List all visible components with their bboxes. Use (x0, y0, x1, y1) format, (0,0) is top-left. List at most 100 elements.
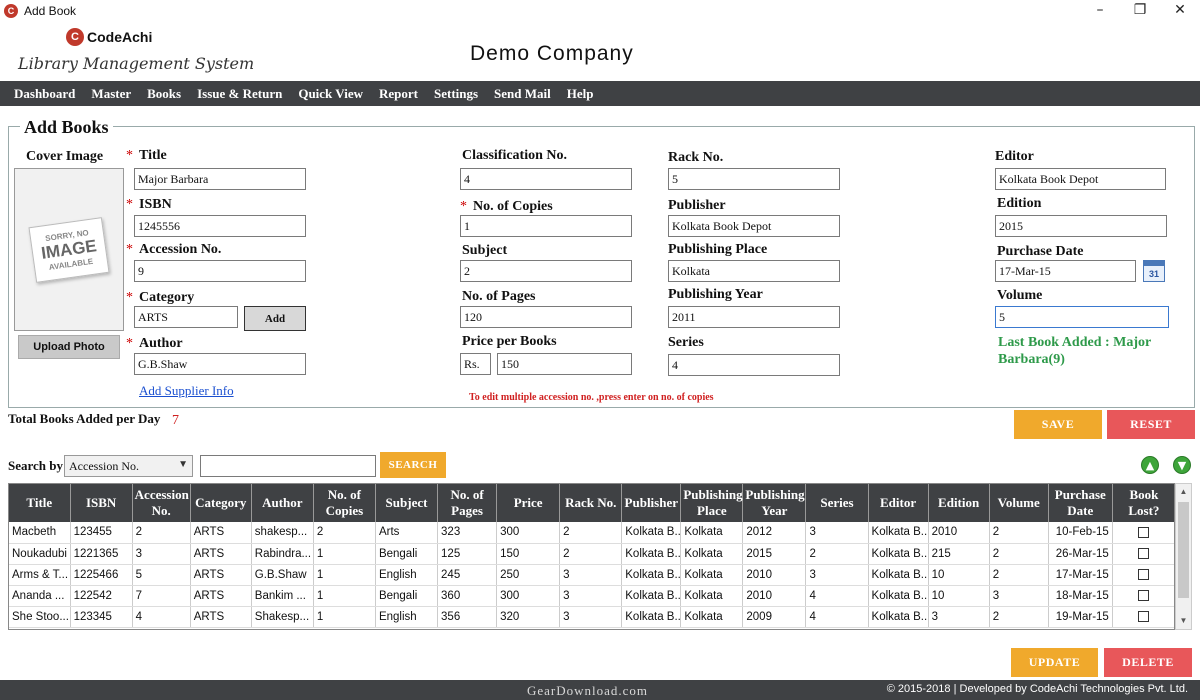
menu-issue-return[interactable]: Issue & Return (197, 86, 282, 102)
rack-input[interactable]: 5 (668, 168, 840, 190)
menu-send-mail[interactable]: Send Mail (494, 86, 551, 102)
table-cell: 17-Mar-15 (1048, 564, 1113, 586)
arrow-down-icon[interactable]: ▼ (1173, 456, 1191, 474)
search-field-select[interactable]: Accession No. ▼ (64, 455, 193, 477)
table-cell: 356 (437, 606, 498, 628)
col-header[interactable]: Series (805, 484, 869, 522)
menu-help[interactable]: Help (567, 86, 594, 102)
calendar-icon[interactable]: 31 (1143, 260, 1165, 282)
col-header[interactable]: No. of Pages (437, 484, 498, 522)
table-cell: 2012 (742, 522, 807, 544)
col-header[interactable]: Category (190, 484, 252, 522)
copies-input[interactable]: 1 (460, 215, 632, 237)
scroll-down-icon[interactable]: ▼ (1176, 613, 1191, 629)
scroll-up-icon[interactable]: ▲ (1176, 484, 1191, 500)
upload-photo-button[interactable]: Upload Photo (18, 335, 120, 359)
menu-books[interactable]: Books (147, 86, 181, 102)
col-header[interactable]: Accession No. (132, 484, 191, 522)
delete-button[interactable]: DELETE (1104, 648, 1192, 677)
col-header[interactable]: Book Lost? (1112, 484, 1174, 522)
editor-input[interactable]: Kolkata Book Depot (995, 168, 1166, 190)
menu-settings[interactable]: Settings (434, 86, 478, 102)
reset-button[interactable]: RESET (1107, 410, 1195, 439)
table-cell: English (375, 606, 439, 628)
book-lost-cell (1112, 606, 1174, 628)
section-title: Add Books (20, 117, 113, 138)
col-header[interactable]: Publishing Year (742, 484, 807, 522)
series-input[interactable]: 4 (668, 354, 840, 376)
isbn-input[interactable]: 1245556 (134, 215, 306, 237)
table-cell: 2 (989, 606, 1049, 628)
table-row[interactable]: Ananda ... 122542 7 ARTS Bankim ... 1 Bengali 3… (9, 585, 1174, 607)
main-menu: Dashboard Master Books Issue & Return Qu… (0, 81, 1200, 106)
col-header[interactable]: Author (251, 484, 314, 522)
add-category-button[interactable]: Add (244, 306, 306, 331)
classification-label: Classification No. (462, 148, 567, 163)
col-header[interactable]: Publisher (621, 484, 682, 522)
currency-field: Rs. (460, 353, 491, 375)
col-header[interactable]: Edition (928, 484, 990, 522)
minimize-button[interactable]: – (1082, 0, 1118, 22)
col-header[interactable]: Rack No. (559, 484, 623, 522)
classification-input[interactable]: 4 (460, 168, 632, 190)
update-button[interactable]: UPDATE (1011, 648, 1098, 677)
table-cell: 2010 (742, 564, 807, 586)
volume-input[interactable]: 5 (995, 306, 1169, 328)
book-lost-checkbox[interactable] (1138, 568, 1150, 580)
table-cell: 2 (989, 543, 1049, 565)
close-button[interactable]: ✕ (1162, 0, 1198, 22)
subject-input[interactable]: 2 (460, 260, 632, 282)
menu-quick-view[interactable]: Quick View (298, 86, 363, 102)
publisher-input[interactable]: Kolkata Book Depot (668, 215, 840, 237)
search-button[interactable]: SEARCH (380, 452, 446, 478)
book-lost-checkbox[interactable] (1138, 526, 1150, 538)
cover-image[interactable]: SORRY, NO IMAGE AVAILABLE (14, 168, 124, 331)
table-cell: Kolkata B... (868, 564, 929, 586)
col-header[interactable]: Volume (989, 484, 1049, 522)
book-lost-checkbox[interactable] (1138, 547, 1150, 559)
publishing-year-input[interactable]: 2011 (668, 306, 840, 328)
book-lost-checkbox[interactable] (1138, 610, 1150, 622)
table-row[interactable]: She Stoo... 123345 4 ARTS Shakesp... 1 English… (9, 606, 1174, 628)
table-cell: 250 (496, 564, 561, 586)
table-cell: 2010 (928, 522, 990, 544)
search-input[interactable] (200, 455, 376, 477)
menu-report[interactable]: Report (379, 86, 418, 102)
table-row[interactable]: Arms & T... 1225466 5 ARTS G.B.Shaw 1 English 2… (9, 564, 1174, 586)
category-input[interactable]: ARTS (134, 306, 238, 328)
table-row[interactable]: Noukadubi 1221365 3 ARTS Rabindra... 1 Bengali… (9, 543, 1174, 565)
table-cell: 2 (132, 522, 191, 544)
maximize-button[interactable]: ❐ (1122, 0, 1158, 22)
publishing-place-input[interactable]: Kolkata (668, 260, 840, 282)
col-header[interactable]: Subject (375, 484, 439, 522)
table-scrollbar[interactable]: ▲ ▼ (1175, 483, 1192, 630)
table-row[interactable]: Macbeth 123455 2 ARTS shakesp... 2 Arts 323 300 2… (9, 522, 1174, 544)
save-button[interactable]: SAVE (1014, 410, 1102, 439)
pages-input[interactable]: 120 (460, 306, 632, 328)
rack-label: Rack No. (668, 150, 724, 165)
col-header[interactable]: Title (9, 484, 71, 522)
col-header[interactable]: Editor (868, 484, 929, 522)
edition-input[interactable]: 2015 (995, 215, 1167, 237)
scroll-thumb[interactable] (1178, 502, 1189, 598)
book-lost-checkbox[interactable] (1138, 589, 1150, 601)
purchase-date-input[interactable]: 17-Mar-15 (995, 260, 1136, 282)
menu-master[interactable]: Master (91, 86, 131, 102)
title-input[interactable]: Major Barbara (134, 168, 306, 190)
col-header[interactable]: Price (496, 484, 561, 522)
col-header[interactable]: ISBN (70, 484, 133, 522)
book-lost-cell (1112, 585, 1174, 607)
accession-input[interactable]: 9 (134, 260, 306, 282)
arrow-up-icon[interactable]: ▲ (1141, 456, 1159, 474)
author-input[interactable]: G.B.Shaw (134, 353, 306, 375)
table-cell: 2 (559, 543, 623, 565)
col-header[interactable]: Purchase Date (1048, 484, 1113, 522)
category-label: Category (139, 290, 195, 305)
add-supplier-link[interactable]: Add Supplier Info (139, 383, 234, 399)
required-mark: * (126, 290, 133, 305)
table-cell: ARTS (190, 564, 252, 586)
menu-dashboard[interactable]: Dashboard (14, 86, 75, 102)
col-header[interactable]: Publishing Place (680, 484, 744, 522)
col-header[interactable]: No. of Copies (313, 484, 376, 522)
price-input[interactable]: 150 (497, 353, 632, 375)
